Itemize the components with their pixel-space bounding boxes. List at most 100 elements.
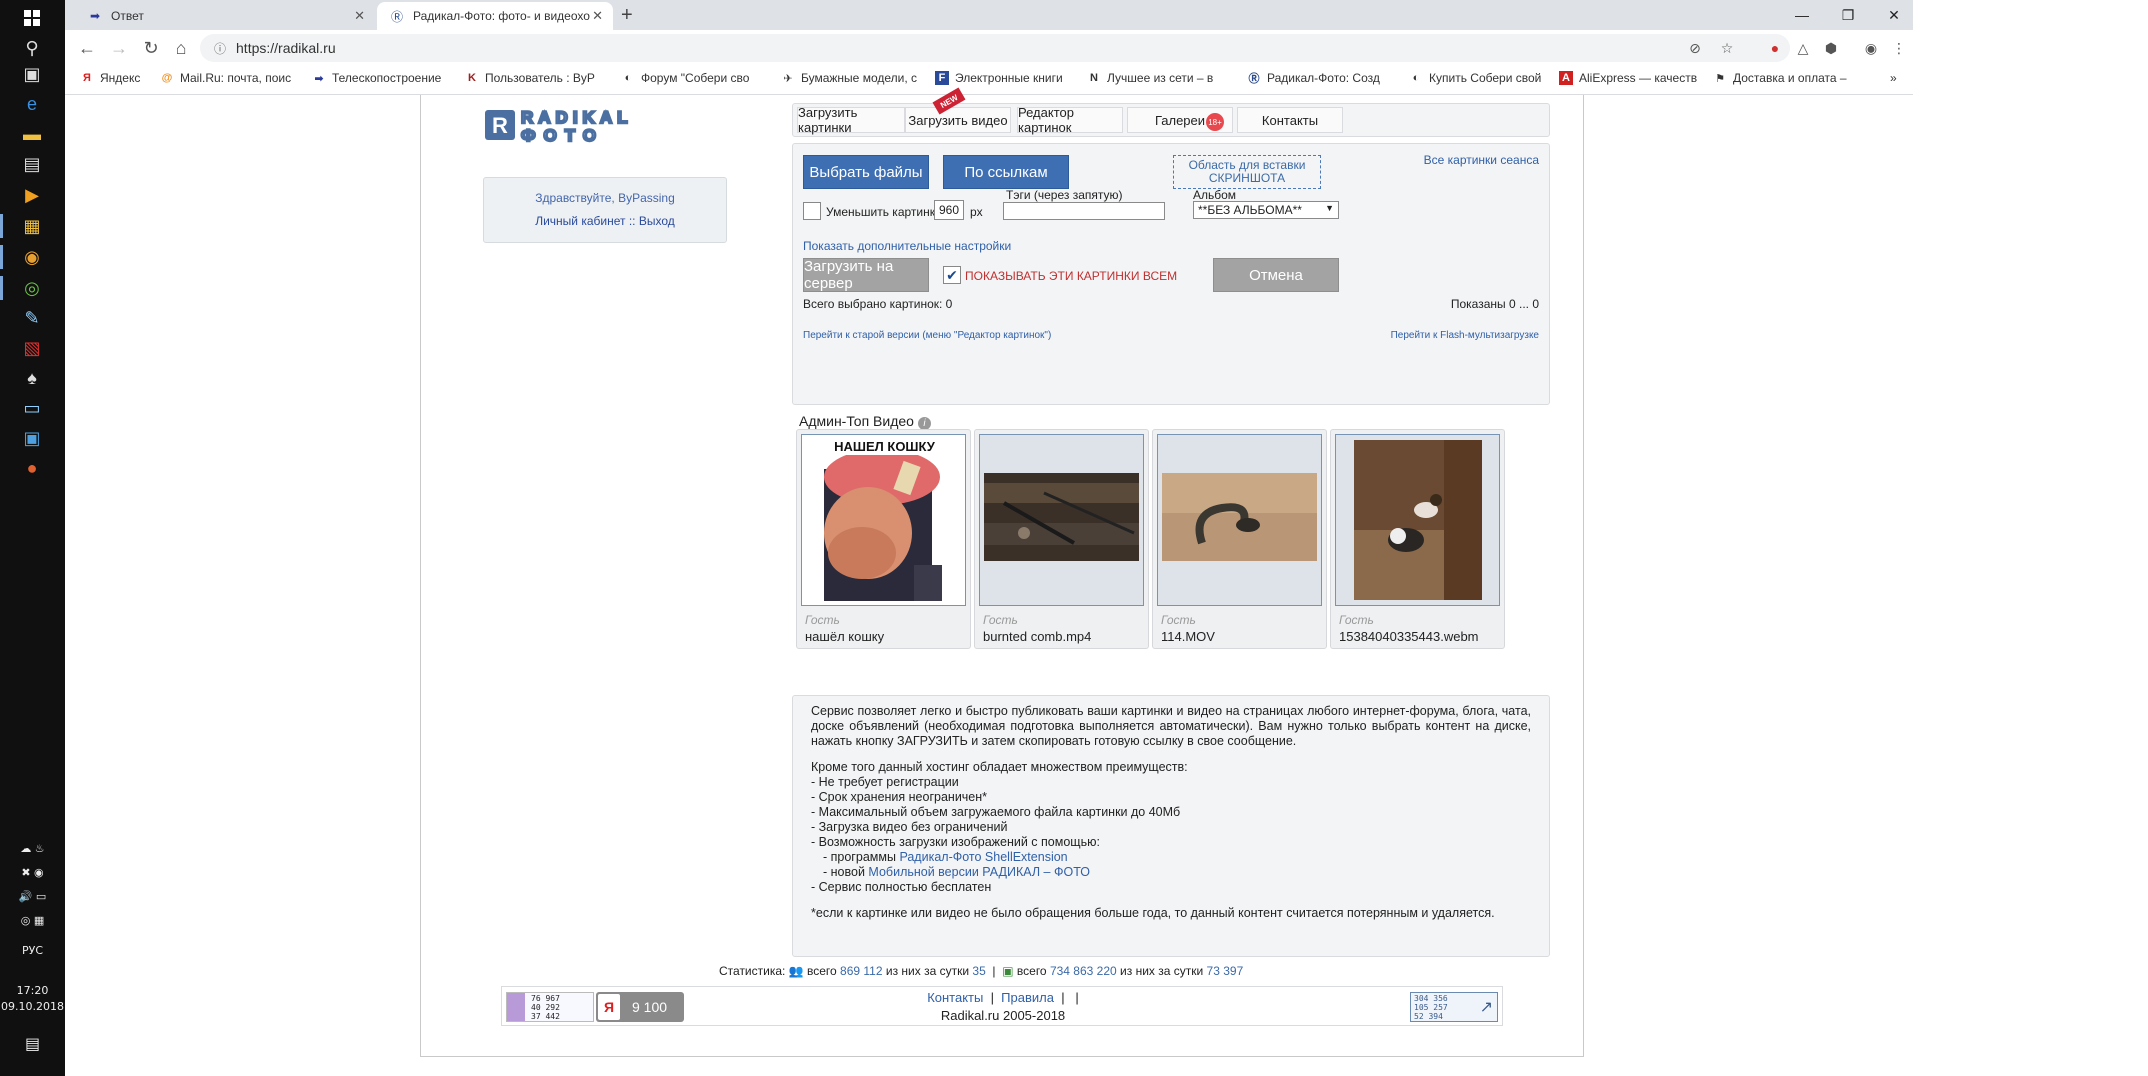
all-session-images-link[interactable]: Все картинки сеанса: [1424, 153, 1539, 167]
video-card[interactable]: НАШЕЛ КОШКУ Гость нашёл кошку: [796, 429, 971, 649]
language-indicator[interactable]: РУС: [0, 944, 65, 957]
tab-image-editor[interactable]: Редактор картинок: [1017, 105, 1123, 135]
reload-icon[interactable]: ↻: [139, 36, 163, 60]
logout-link[interactable]: Выход: [639, 214, 675, 228]
tab-title: Ответ: [111, 9, 144, 23]
blocked-popup-icon[interactable]: ⊘: [1685, 38, 1705, 58]
star-icon[interactable]: ☆: [1717, 38, 1737, 58]
close-icon[interactable]: ✕: [592, 8, 603, 24]
album-select[interactable]: **БЕЗ АЛЬБОМА** ▼: [1193, 201, 1339, 219]
screenshot-paste-area[interactable]: Область для вставки СКРИНШОТА: [1173, 155, 1321, 189]
video-card[interactable]: Гость 15384040335443.webm: [1330, 429, 1505, 649]
bookmark-mailru[interactable]: @ Mail.Ru: почта, поис: [160, 71, 291, 85]
more-bookmarks-icon[interactable]: »: [1890, 71, 1897, 85]
bookmark-radikal[interactable]: Ⓡ Радикал-Фото: Созд: [1247, 71, 1380, 85]
tray-icons-row-2[interactable]: ✖ ◉: [0, 866, 65, 879]
video-name[interactable]: 15384040335443.webm: [1339, 629, 1479, 644]
home-icon[interactable]: ⌂: [169, 36, 193, 60]
forward-icon[interactable]: →: [107, 36, 131, 60]
url-text[interactable]: https://radikal.ru: [236, 40, 336, 56]
restore-icon[interactable]: ❐: [1825, 0, 1871, 30]
notifications-icon[interactable]: ▤: [0, 1034, 65, 1053]
bookmark-paper-models[interactable]: ✈ Бумажные модели, с: [781, 71, 917, 85]
task-view-icon[interactable]: ▣: [20, 62, 44, 86]
close-window-icon[interactable]: ✕: [1871, 0, 1917, 30]
bookmark-buy[interactable]: ◐ Купить Собери свой: [1409, 71, 1542, 85]
clock-date[interactable]: 09.10.2018: [0, 1000, 65, 1013]
media-icon[interactable]: ▶: [20, 183, 44, 207]
tray-icons-row-4[interactable]: ◎ ▦: [0, 914, 65, 927]
tray-icons-row-3[interactable]: 🔊 ▭: [0, 890, 65, 903]
menu-icon[interactable]: ⋮: [1889, 38, 1909, 58]
bookmark-yandex[interactable]: Я Яндекс: [80, 71, 140, 85]
tab-answer[interactable]: ➡ Ответ ✕: [75, 2, 375, 30]
windows-start-icon[interactable]: [20, 6, 44, 30]
profile-icon[interactable]: ◉: [1861, 38, 1881, 58]
by-links-button[interactable]: По ссылкам: [943, 155, 1069, 189]
firefox-icon[interactable]: ●: [20, 456, 44, 480]
tab-upload-images[interactable]: Загрузить картинки: [797, 105, 905, 135]
video-thumbnail[interactable]: НАШЕЛ КОШКУ: [801, 434, 966, 606]
utorrent-icon[interactable]: ◎: [20, 276, 44, 300]
chrome-icon[interactable]: ◉: [20, 245, 44, 269]
flash-upload-link[interactable]: Перейти к Flash-мультизагрузке: [1391, 330, 1539, 341]
bookmark-user[interactable]: K Пользователь : ByP: [465, 71, 595, 85]
video-thumbnail[interactable]: [1335, 434, 1500, 606]
bookmark-forum[interactable]: ◐ Форум "Собери сво: [621, 71, 750, 85]
edge-icon[interactable]: e: [20, 92, 44, 116]
cabinet-link[interactable]: Личный кабинет: [535, 214, 625, 228]
address-bar[interactable]: ⓘ https://radikal.ru: [200, 34, 1790, 62]
rules-link[interactable]: Правила: [1001, 990, 1054, 1005]
abp-extension-icon[interactable]: ●: [1765, 38, 1785, 58]
folder-icon[interactable]: ▬: [20, 122, 44, 146]
info-icon[interactable]: ⓘ: [214, 40, 226, 57]
bookmark-aliexpress[interactable]: A AliExpress — качеств: [1559, 71, 1697, 85]
drive-extension-icon[interactable]: △: [1793, 38, 1813, 58]
video-card[interactable]: Гость burnted comb.mp4: [974, 429, 1149, 649]
shell-extension-link[interactable]: Радикал-Фото ShellExtension: [899, 850, 1067, 864]
video-name[interactable]: 114.MOV: [1161, 629, 1215, 644]
tags-input[interactable]: [1003, 202, 1165, 220]
contacts-link[interactable]: Контакты: [927, 990, 983, 1005]
resize-input[interactable]: 960: [934, 200, 964, 220]
screen-icon[interactable]: ▣: [20, 426, 44, 450]
video-thumbnail[interactable]: [979, 434, 1144, 606]
extension-icon[interactable]: ⬢: [1821, 38, 1841, 58]
old-version-link[interactable]: Перейти к старой версии (меню "Редактор …: [803, 330, 1051, 341]
back-icon[interactable]: ←: [75, 36, 99, 60]
app-icon[interactable]: ▦: [20, 214, 44, 238]
pdf-icon[interactable]: ▧: [20, 336, 44, 360]
choose-files-button[interactable]: Выбрать файлы: [803, 155, 929, 189]
clock-time[interactable]: 17:20: [0, 984, 65, 997]
video-name[interactable]: нашёл кошку: [805, 629, 884, 644]
stats-counter[interactable]: 304 356 105 257 52 394 ↗: [1410, 992, 1498, 1022]
show-all-checkbox[interactable]: ✔: [943, 266, 961, 284]
video-card[interactable]: Гость 114.MOV: [1152, 429, 1327, 649]
mobile-version-link[interactable]: Мобильной версии РАДИКАЛ – ФОТО: [868, 865, 1090, 879]
video-thumbnail[interactable]: [1157, 434, 1322, 606]
radikal-logo[interactable]: R RADIKAL ФОТО: [485, 107, 725, 146]
bookmark-ebooks[interactable]: F Электронные книги: [935, 71, 1063, 85]
close-icon[interactable]: ✕: [354, 8, 365, 24]
calc-icon[interactable]: ▭: [20, 396, 44, 420]
minimize-icon[interactable]: —: [1779, 0, 1825, 30]
cards-icon[interactable]: ♠: [20, 366, 44, 390]
upload-to-server-button[interactable]: Загрузить на сервер: [803, 258, 929, 292]
bookmark-best[interactable]: N Лучшее из сети – в: [1087, 71, 1213, 85]
bookmark-delivery[interactable]: ⚑ Доставка и оплата –: [1713, 71, 1846, 85]
search-icon[interactable]: ⚲: [20, 36, 44, 60]
store-icon[interactable]: ▤: [20, 152, 44, 176]
tray-icons-row-1[interactable]: ☁ ♨: [0, 842, 65, 855]
tab-contacts[interactable]: Контакты: [1237, 107, 1343, 133]
cancel-button[interactable]: Отмена: [1213, 258, 1339, 292]
new-tab-icon[interactable]: +: [621, 4, 633, 27]
page-viewport: R RADIKAL ФОТО Здравствуйте, ByPassing Л…: [65, 87, 1913, 1076]
resize-checkbox[interactable]: [803, 202, 821, 220]
tab-upload-video[interactable]: Загрузить видео: [905, 107, 1011, 133]
more-settings-link[interactable]: Показать дополнительные настройки: [803, 239, 1011, 253]
tab-galleries[interactable]: Галереи 18+: [1127, 107, 1233, 133]
video-name[interactable]: burnted comb.mp4: [983, 629, 1091, 644]
bookmark-telescope[interactable]: ➡ Телескопостроение: [312, 71, 441, 85]
paint-icon[interactable]: ✎: [20, 306, 44, 330]
tab-radikal[interactable]: Ⓡ Радикал-Фото: фото- и видеохо ✕: [377, 2, 613, 30]
